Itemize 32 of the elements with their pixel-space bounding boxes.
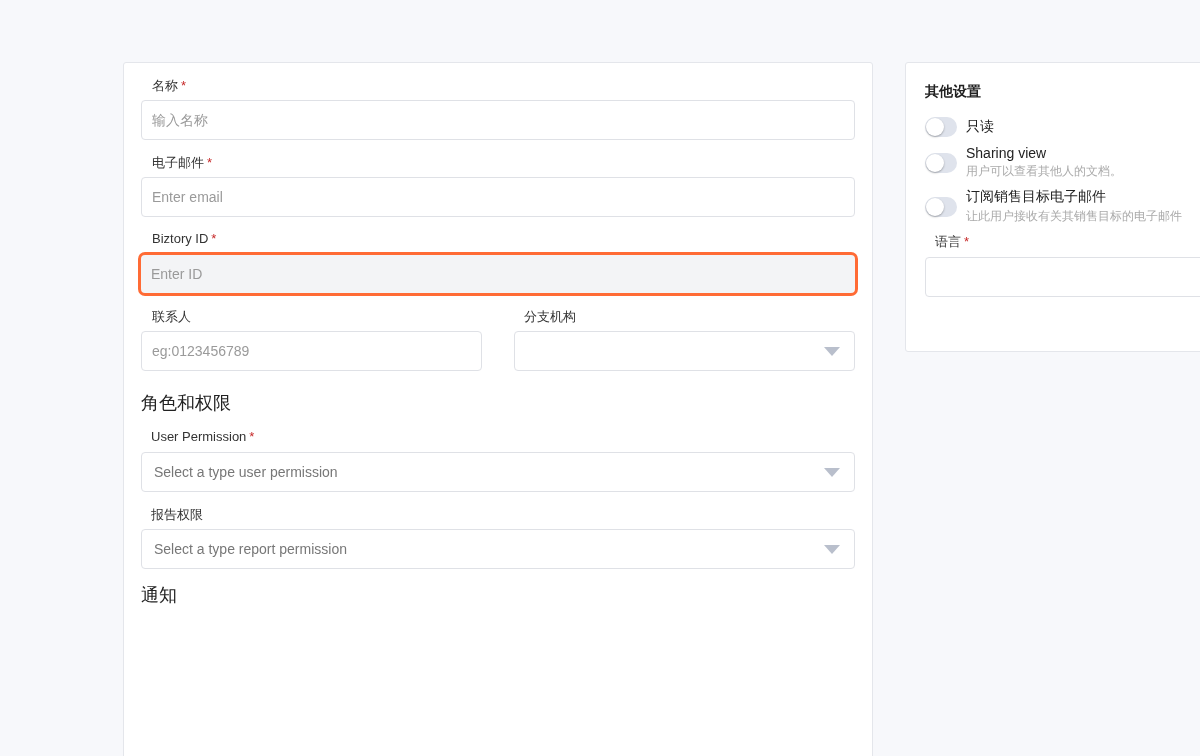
select-field[interactable]: Select a type report permission bbox=[141, 529, 855, 569]
field-label: Biztory ID bbox=[152, 231, 209, 246]
section-heading: 通知 bbox=[141, 584, 178, 607]
required-mark: * bbox=[181, 78, 187, 93]
caret-icon bbox=[824, 467, 840, 477]
toggle-switch[interactable] bbox=[925, 152, 957, 173]
toggle-label: Sharing view bbox=[966, 145, 1048, 161]
toggle-switch[interactable] bbox=[925, 117, 957, 137]
toggle-description: 用户可以查看其他人的文档。 bbox=[966, 163, 1122, 180]
section-heading: 角色和权限 bbox=[141, 392, 232, 415]
toggle-label: 只读 bbox=[966, 118, 994, 136]
select-field[interactable] bbox=[514, 331, 855, 371]
required-mark: * bbox=[249, 429, 255, 444]
required-mark: * bbox=[964, 234, 970, 249]
required-mark: * bbox=[207, 155, 213, 170]
field-label: 语言 bbox=[935, 234, 961, 249]
panel-title: 其他设置 bbox=[925, 83, 981, 101]
field-label: 电子邮件 bbox=[152, 155, 204, 170]
field-label: 报告权限 bbox=[151, 507, 203, 522]
input-field[interactable]: Enter ID bbox=[138, 252, 858, 296]
toggle-description: 让此用户接收有关其销售目标的电子邮件 bbox=[966, 208, 1182, 225]
caret-icon bbox=[824, 544, 840, 554]
required-mark: * bbox=[211, 231, 217, 246]
field-label: 联系人 bbox=[152, 309, 191, 324]
language-field[interactable] bbox=[925, 257, 1200, 297]
field-label: 名称 bbox=[152, 78, 178, 93]
caret-icon bbox=[824, 346, 840, 356]
field-label: User Permission bbox=[151, 429, 247, 444]
select-field[interactable]: Select a type user permission bbox=[141, 452, 855, 492]
field-label: 分支机构 bbox=[524, 309, 576, 324]
toggle-label: 订阅销售目标电子邮件 bbox=[966, 188, 1107, 206]
toggle-switch[interactable] bbox=[925, 196, 957, 217]
